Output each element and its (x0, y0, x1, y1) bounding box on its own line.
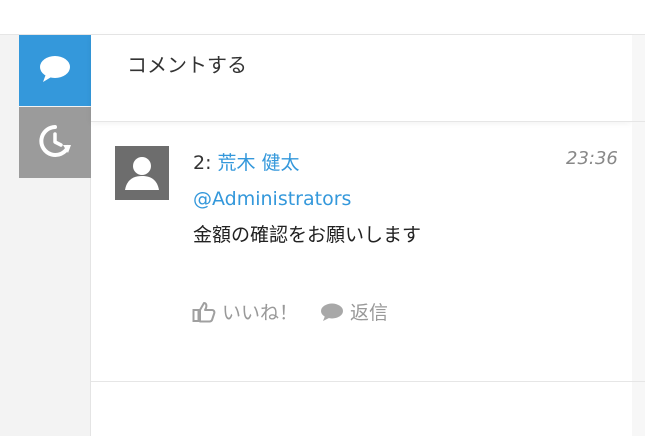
default-user-icon (115, 157, 169, 200)
avatar[interactable] (115, 146, 169, 200)
reply-label: 返信 (350, 302, 389, 324)
reply-button[interactable]: 返信 (320, 298, 388, 325)
author-link[interactable]: 荒木 健太 (218, 152, 300, 174)
comment-input-box[interactable]: コメントする (91, 35, 632, 121)
mention-link[interactable]: @Administrators (193, 188, 351, 210)
history-clock-icon (35, 121, 75, 165)
reply-bubble-icon (320, 302, 350, 322)
like-button[interactable]: いいね！ (192, 298, 298, 325)
comment-number: 2: (193, 152, 212, 174)
divider (91, 121, 645, 122)
right-edge-strip (632, 35, 645, 436)
comment-header: 2: 荒木 健太 (193, 148, 300, 175)
like-label: いいね！ (222, 302, 299, 324)
comment-placeholder[interactable]: コメントする (127, 49, 247, 78)
top-bar (0, 0, 645, 35)
thumbs-up-icon (192, 301, 222, 323)
divider (91, 381, 645, 382)
comments-tab[interactable] (19, 35, 91, 106)
comment-timestamp[interactable]: 23:36 (566, 148, 618, 169)
speech-bubble-icon (38, 54, 72, 88)
comment-body: 金額の確認をお願いします (193, 224, 422, 246)
history-tab[interactable] (19, 107, 91, 178)
